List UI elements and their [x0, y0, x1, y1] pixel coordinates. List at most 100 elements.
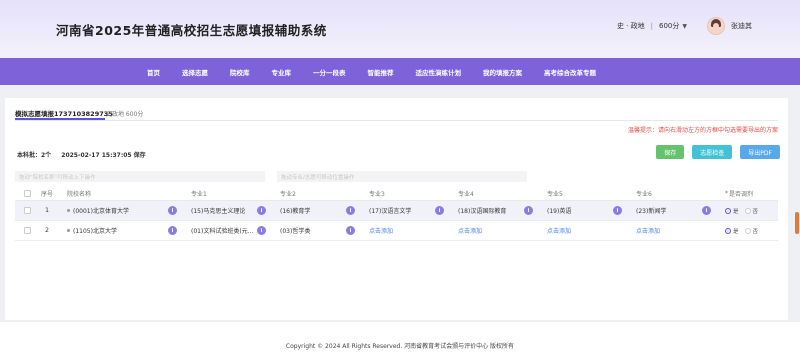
major-cell[interactable]: (18)汉语国际教育 i	[450, 201, 539, 220]
major-cell[interactable]: (01)文科试验班类(元… i	[183, 221, 272, 240]
adjust-no-label: 否	[752, 208, 759, 215]
info-icon[interactable]: i	[168, 206, 177, 215]
drag-dot-icon	[67, 229, 70, 232]
tab-plan[interactable]: 模拟志愿填报1737103829735	[15, 108, 113, 118]
nav-item-majors[interactable]: 专业库	[261, 67, 303, 77]
score-value: 600分	[659, 22, 680, 30]
col-adjust-label: 是否调剂	[729, 191, 754, 198]
header-user-area: 史 · 政地 | 600分 ▼ 张迪其	[617, 17, 752, 35]
nav-item-my-plans[interactable]: 我的填报方案	[472, 67, 533, 77]
tab-subtitle: 史政地 600分	[106, 111, 144, 118]
username[interactable]: 张迪其	[731, 21, 752, 31]
adjust-yes-radio[interactable]	[725, 207, 731, 214]
plan-card: 模拟志愿填报1737103829735 史政地 600分 温馨提示：请向右滑动左…	[5, 98, 788, 320]
info-icon[interactable]: i	[702, 206, 711, 215]
nav-item-schools[interactable]: 院校库	[219, 67, 261, 77]
major-name: (18)汉语国际教育	[458, 208, 507, 215]
add-major-cell[interactable]: 点击添加	[628, 221, 717, 240]
table-row[interactable]: 1 (0001)北京体育大学 i (15)马克思主义理论 i (16)教育学 i (1…	[15, 201, 778, 221]
plan-meta: 本科批：2个 2025-02-17 15:37:05 保存	[17, 150, 154, 159]
table-row[interactable]: 2 (1105)北京大学 i (01)文科试验班类(元… i (03)哲学类 i 点击…	[15, 221, 778, 241]
info-icon[interactable]: i	[435, 206, 444, 215]
add-major-cell[interactable]: 点击添加	[450, 221, 539, 240]
info-icon[interactable]: i	[613, 206, 622, 215]
major-cell[interactable]: (16)教育学 i	[272, 201, 361, 220]
add-major-link[interactable]: 点击添加	[369, 226, 393, 235]
info-icon[interactable]: i	[257, 226, 266, 235]
major-name: (17)汉语言文学	[369, 208, 412, 215]
major-cell[interactable]: (23)新闻学 i	[628, 201, 717, 220]
adjust-no-radio[interactable]	[744, 207, 751, 214]
site-title: 河南省2025年普通高校招生志愿填报辅助系统	[56, 23, 327, 38]
col-major-4: 专业4	[458, 191, 474, 198]
info-icon[interactable]: i	[346, 226, 355, 235]
plan-table: 序号 院校名称 专业1 专业2 专业3 专业4 专业5 专业6 * 是否调剂 1 …	[15, 187, 778, 241]
info-icon[interactable]: i	[168, 226, 177, 235]
header: 河南省2025年普通高校招生志愿填报辅助系统 史 · 政地 | 600分 ▼ 张迪…	[0, 0, 800, 58]
major-name: (19)英语	[547, 208, 572, 215]
drag-dot-icon	[67, 209, 70, 212]
copyright-text: Copyright © 2024 All Rights Reserved. 河南…	[285, 343, 515, 350]
nav-item-practice[interactable]: 适应性演练计划	[405, 67, 473, 77]
school-cell[interactable]: (0001)北京体育大学 i	[55, 201, 183, 220]
avatar[interactable]	[707, 17, 725, 35]
tab-divider	[15, 120, 778, 121]
info-icon[interactable]: i	[257, 206, 266, 215]
school-name: (1105)北京大学	[73, 228, 117, 235]
scrollbar[interactable]	[794, 98, 800, 320]
scroll-thumb[interactable]	[795, 212, 799, 234]
major-name: (03)哲学类	[280, 228, 311, 235]
subjects-label: 史 · 政地	[616, 22, 645, 30]
major-cell[interactable]: (15)马克思主义理论 i	[183, 201, 272, 220]
col-index: 序号	[40, 191, 53, 198]
score-select[interactable]: 600分 ▼	[659, 21, 687, 31]
col-major-2: 专业2	[280, 191, 296, 198]
major-name: (23)新闻学	[636, 208, 667, 215]
major-name: (01)文科试验班类(元…	[191, 228, 254, 235]
adjust-no-radio[interactable]	[744, 227, 751, 234]
major-cell[interactable]: (17)汉语言文学 i	[361, 201, 450, 220]
adjust-cell: 是 否	[717, 221, 767, 240]
save-timestamp: 2025-02-17 15:37:05 保存	[61, 152, 146, 159]
row-index: 1	[45, 207, 49, 214]
row-checkbox[interactable]	[15, 201, 39, 220]
add-major-cell[interactable]: 点击添加	[539, 221, 628, 240]
adjust-no-label: 否	[752, 228, 759, 235]
adjust-yes-label: 是	[733, 208, 739, 215]
add-major-link[interactable]: 点击添加	[636, 226, 660, 235]
major-cell[interactable]: (19)英语 i	[539, 201, 628, 220]
col-adjust: * 是否调剂	[725, 190, 754, 198]
row-checkbox[interactable]	[15, 221, 39, 240]
save-button[interactable]: 保存	[656, 145, 685, 159]
col-major-3: 专业3	[369, 191, 385, 198]
drag-hint-school: 拖动"院校名称"可移动上下操作	[15, 171, 265, 182]
info-icon[interactable]: i	[524, 206, 533, 215]
nav-item-choose[interactable]: 选择志愿	[171, 67, 219, 77]
school-name: (0001)北京体育大学	[73, 208, 129, 215]
adjust-yes-label: 是	[733, 228, 739, 235]
adjust-yes-radio[interactable]	[725, 227, 731, 234]
row-index: 2	[45, 227, 49, 234]
school-cell[interactable]: (1105)北京大学 i	[55, 221, 183, 240]
check-button[interactable]: 志愿检查	[692, 145, 733, 159]
nav-item-recommend[interactable]: 智能推荐	[357, 67, 405, 77]
action-buttons: 保存 志愿检查 导出PDF	[656, 145, 780, 159]
table-header: 序号 院校名称 专业1 专业2 专业3 专业4 专业5 专业6 * 是否调剂	[15, 187, 778, 201]
nav-item-home[interactable]: 首页	[136, 67, 171, 77]
add-major-link[interactable]: 点击添加	[547, 226, 571, 235]
major-cell[interactable]: (03)哲学类 i	[272, 221, 361, 240]
add-major-cell[interactable]: 点击添加	[361, 221, 450, 240]
drag-hint-major: 拖动专业/志愿可移动位置操作	[277, 171, 527, 182]
footer: Copyright © 2024 All Rights Reserved. 河南…	[0, 322, 800, 361]
col-major-6: 专业6	[636, 191, 652, 198]
add-major-link[interactable]: 点击添加	[458, 226, 482, 235]
select-all-checkbox[interactable]	[15, 187, 39, 200]
major-name: (16)教育学	[280, 208, 311, 215]
divider: |	[650, 22, 653, 30]
batch-label: 本科批：2个	[17, 152, 52, 159]
nav-item-score-table[interactable]: 一分一段表	[302, 67, 357, 77]
info-icon[interactable]: i	[346, 206, 355, 215]
nav-item-reform[interactable]: 高考综合改革专题	[533, 67, 607, 77]
main-nav: 首页 选择志愿 院校库 专业库 一分一段表 智能推荐 适应性演练计划 我的填报方…	[0, 58, 800, 85]
export-pdf-button[interactable]: 导出PDF	[740, 145, 780, 159]
